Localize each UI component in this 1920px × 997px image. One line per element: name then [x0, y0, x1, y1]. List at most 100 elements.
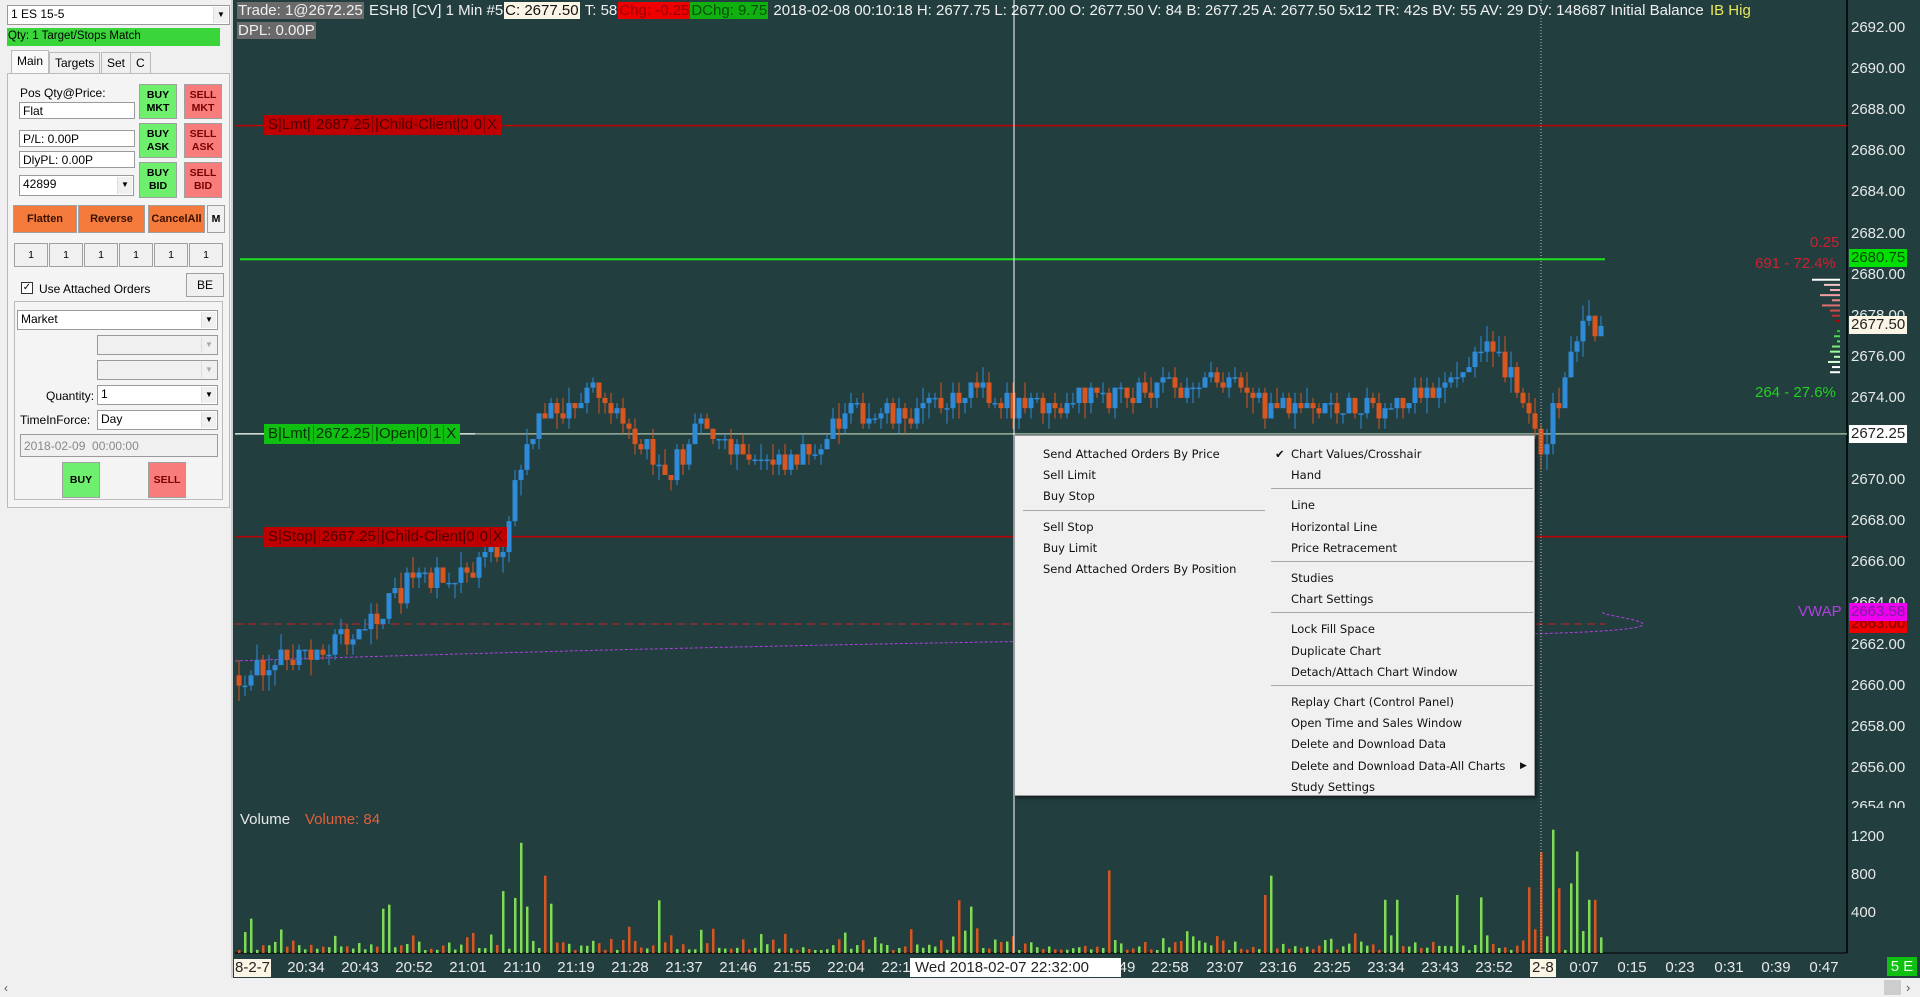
- use-attached-orders-checkbox[interactable]: ✓: [21, 282, 33, 294]
- buy-button[interactable]: BUY: [62, 462, 100, 498]
- scrollbar-thumb[interactable]: [1884, 980, 1901, 995]
- position-label: Pos Qty@Price:: [20, 86, 106, 100]
- menu-item-lock-fill-space[interactable]: Lock Fill Space: [1291, 619, 1375, 639]
- sell-button[interactable]: SELL: [148, 462, 186, 498]
- qty-preset-button[interactable]: 1: [14, 243, 48, 267]
- volume-bar: [1288, 948, 1291, 953]
- buy-limit-order-label[interactable]: B|Lmt| 2672.25 |Open|0 1 X: [264, 424, 461, 444]
- scroll-right-icon[interactable]: ›: [1906, 980, 1910, 995]
- menu-item-send-attached-orders-by-position[interactable]: Send Attached Orders By Position: [1043, 559, 1236, 579]
- volume-bar: [760, 934, 763, 953]
- menu-item-buy-stop[interactable]: Buy Stop: [1043, 486, 1095, 506]
- price-select-disabled: ▼: [97, 335, 218, 355]
- menu-item-chart-values-crosshair[interactable]: Chart Values/Crosshair: [1291, 444, 1422, 464]
- buy-bid-button[interactable]: BUY BID: [139, 162, 177, 198]
- sell-market-button[interactable]: SELL MKT: [184, 84, 222, 119]
- volume-bar: [856, 945, 859, 953]
- time-tick: 0:47: [1809, 959, 1839, 976]
- time-tick: 21:46: [719, 959, 757, 976]
- menu-item-send-attached-orders-by-price[interactable]: Send Attached Orders By Price: [1043, 444, 1220, 464]
- volume-bar: [334, 935, 337, 953]
- order-type-select[interactable]: Market ▼: [17, 310, 218, 330]
- reverse-button[interactable]: Reverse: [78, 205, 145, 233]
- volume-bar: [250, 918, 253, 953]
- volume-bar: [454, 949, 457, 953]
- menu-item-studies[interactable]: Studies: [1291, 568, 1334, 588]
- tab-set[interactable]: Set: [101, 52, 132, 73]
- tab-c[interactable]: C: [130, 52, 151, 73]
- volume-bar: [1576, 851, 1579, 953]
- volume-tick: 400: [1851, 904, 1877, 921]
- volume-bar: [1498, 948, 1501, 953]
- volume-bar: [676, 949, 679, 953]
- sell-limit-order-label[interactable]: S|Lmt| 2687.25 |Child-Client|0 0 X: [264, 115, 502, 135]
- menu-item-price-retracement[interactable]: Price Retracement: [1291, 538, 1397, 558]
- tab-targets[interactable]: Targets: [49, 52, 101, 73]
- volume-bar: [1024, 943, 1027, 953]
- scroll-left-icon[interactable]: ‹: [4, 981, 8, 995]
- volume-bar: [796, 949, 799, 953]
- symbol-select[interactable]: 1 ES 15-5 ▼: [7, 5, 230, 25]
- menu-item-delete-and-download-data-all-charts[interactable]: Delete and Download Data-All Charts: [1291, 756, 1505, 776]
- menu-item-sell-limit[interactable]: Sell Limit: [1043, 465, 1096, 485]
- flatten-button[interactable]: Flatten: [13, 205, 77, 233]
- breakeven-button[interactable]: BE: [186, 273, 224, 297]
- account-select[interactable]: 42899 ▼: [19, 175, 134, 196]
- time-in-force-select[interactable]: Day ▼: [97, 410, 218, 430]
- quantity-label: Quantity:: [46, 389, 95, 403]
- quantity-select[interactable]: 1 ▼: [97, 385, 218, 405]
- menu-item-detach-attach-chart-window[interactable]: Detach/Attach Chart Window: [1291, 662, 1458, 682]
- volume-bar: [910, 929, 913, 953]
- menu-item-replay-chart-control-panel[interactable]: Replay Chart (Control Panel): [1291, 692, 1454, 712]
- cancel-order-button[interactable]: X: [485, 116, 499, 133]
- menu-item-buy-limit[interactable]: Buy Limit: [1043, 538, 1097, 558]
- qty-preset-button[interactable]: 1: [119, 243, 153, 267]
- dpl-row: DPL: 0.00P: [237, 21, 316, 40]
- volume-bar: [502, 891, 505, 953]
- time-axis-start-date: 8-2-7: [234, 959, 272, 977]
- horizontal-scrollbar[interactable]: [0, 978, 1920, 997]
- qty-preset-button[interactable]: 1: [189, 243, 223, 267]
- menu-item-hand[interactable]: Hand: [1291, 465, 1321, 485]
- menu-separator: [1271, 685, 1533, 686]
- time-tick: 0:39: [1761, 959, 1791, 976]
- depth-bar: [1820, 294, 1840, 297]
- time-tick: 23:07: [1206, 959, 1244, 976]
- volume-bar: [1276, 948, 1279, 953]
- sell-ask-button[interactable]: SELL ASK: [184, 123, 222, 158]
- menu-item-horizontal-line[interactable]: Horizontal Line: [1291, 517, 1377, 537]
- buy-ask-button[interactable]: BUY ASK: [139, 123, 177, 158]
- sell-stop-order-label[interactable]: S|Stop| 2667.25 |Child-Client|0 0 X: [264, 527, 507, 547]
- buy-market-button[interactable]: BUY MKT: [139, 84, 177, 119]
- m-button[interactable]: M: [207, 205, 225, 233]
- menu-item-study-settings[interactable]: Study Settings: [1291, 777, 1375, 797]
- qty-preset-button[interactable]: 1: [49, 243, 83, 267]
- corner-badge[interactable]: 5 E: [1887, 957, 1917, 976]
- menu-item-chart-settings[interactable]: Chart Settings: [1291, 589, 1373, 609]
- menu-item-delete-and-download-data[interactable]: Delete and Download Data: [1291, 734, 1446, 754]
- price-chart[interactable]: [0, 0, 1920, 997]
- menu-item-duplicate-chart[interactable]: Duplicate Chart: [1291, 641, 1381, 661]
- volume-bar: [1564, 949, 1567, 953]
- menu-item-sell-stop[interactable]: Sell Stop: [1043, 517, 1094, 537]
- depth-bar: [1830, 289, 1840, 292]
- volume-bar: [550, 903, 553, 953]
- qty-preset-button[interactable]: 1: [154, 243, 188, 267]
- volume-bar: [1594, 899, 1597, 953]
- volume-bar: [298, 945, 301, 953]
- volume-bar: [1408, 946, 1411, 953]
- pl-field: P/L: 0.00P: [19, 130, 135, 147]
- depth-bar: [1812, 278, 1840, 281]
- sell-bid-button[interactable]: SELL BID: [184, 162, 222, 198]
- qty-preset-button[interactable]: 1: [84, 243, 118, 267]
- volume-bar: [1090, 949, 1093, 953]
- menu-item-line[interactable]: Line: [1291, 495, 1315, 515]
- cancel-order-button[interactable]: X: [491, 528, 505, 545]
- cancel-order-button[interactable]: X: [444, 425, 458, 442]
- menu-item-open-time-and-sales-window[interactable]: Open Time and Sales Window: [1291, 713, 1462, 733]
- volume-bar: [370, 944, 373, 953]
- tab-main[interactable]: Main: [11, 50, 50, 74]
- volume-bar: [682, 944, 685, 953]
- cancel-all-button[interactable]: CancelAll: [148, 205, 205, 233]
- volume-bar: [1066, 949, 1069, 953]
